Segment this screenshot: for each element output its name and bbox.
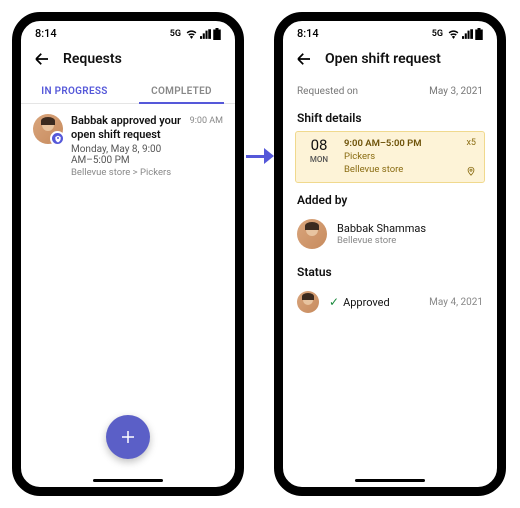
shift-info: 9:00 AM–5:00 PM Pickers Bellevue store [344, 138, 456, 176]
added-by-name: Babbak Shammas [337, 222, 426, 235]
status-value: ✓Approved [329, 295, 390, 309]
request-subtitle: Monday, May 8, 9:00 AM–5:00 PM [71, 144, 182, 166]
network-label: 5G [432, 29, 443, 39]
shift-day-name: MON [304, 155, 334, 164]
status-time: 8:14 [297, 27, 319, 40]
plus-icon [119, 428, 137, 446]
shift-badge-icon [50, 131, 65, 146]
signal-icon [462, 29, 473, 39]
page-title: Open shift request [325, 51, 441, 67]
header: Requests [21, 42, 235, 78]
shift-location: Bellevue store [344, 164, 456, 177]
request-meta: Bellevue store > Pickers [71, 167, 182, 178]
phone-request-detail: 8:14 5G Open shift request Requested on … [274, 12, 506, 496]
status-bar: 8:14 5G [21, 21, 235, 42]
status-time: 8:14 [35, 27, 57, 40]
added-by-heading: Added by [283, 183, 497, 213]
network-label: 5G [170, 29, 181, 39]
tab-in-progress[interactable]: IN PROGRESS [21, 78, 128, 103]
shift-group: Pickers [344, 151, 456, 164]
shift-details-heading: Shift details [283, 101, 497, 131]
shift-card[interactable]: 08 MON 9:00 AM–5:00 PM Pickers Bellevue … [295, 131, 485, 183]
avatar [297, 219, 327, 249]
home-indicator[interactable] [355, 479, 425, 482]
status-icons: 5G [170, 28, 221, 40]
add-button[interactable] [106, 415, 150, 459]
request-item-body: Babbak approved your open shift request … [71, 114, 182, 178]
home-indicator[interactable] [93, 479, 163, 482]
header: Open shift request [283, 42, 497, 78]
request-title: Babbak approved your open shift request [71, 114, 182, 143]
shift-side: x5 [466, 138, 476, 176]
location-pin-icon [466, 166, 476, 176]
phone-requests-list: 8:14 5G Requests IN PROGRESS COMPLETED B… [12, 12, 244, 496]
signal-icon [200, 29, 211, 39]
shift-count: x5 [466, 138, 476, 148]
check-icon: ✓ [329, 295, 339, 309]
wifi-icon [185, 29, 198, 39]
requested-on-date: May 3, 2021 [429, 86, 483, 97]
back-icon[interactable] [33, 50, 51, 68]
status-icons: 5G [432, 28, 483, 40]
avatar [297, 291, 319, 313]
shift-time: 9:00 AM–5:00 PM [344, 138, 456, 151]
status-row: ✓Approved May 4, 2021 [283, 285, 497, 319]
battery-icon [475, 28, 483, 40]
back-icon[interactable] [295, 50, 313, 68]
request-time: 9:00 AM [190, 116, 223, 126]
added-by-row[interactable]: Babbak Shammas Bellevue store [283, 213, 497, 255]
tabs: IN PROGRESS COMPLETED [21, 78, 235, 104]
status-heading: Status [283, 255, 497, 285]
shift-day-number: 08 [304, 138, 334, 153]
wifi-icon [447, 29, 460, 39]
battery-icon [213, 28, 221, 40]
requested-on-row: Requested on May 3, 2021 [283, 78, 497, 101]
shift-date: 08 MON [304, 138, 334, 176]
flow-arrow-icon [246, 148, 274, 164]
added-by-store: Bellevue store [337, 235, 426, 246]
requested-on-label: Requested on [297, 86, 358, 97]
status-bar: 8:14 5G [283, 21, 497, 42]
avatar [33, 114, 63, 144]
page-title: Requests [63, 51, 122, 67]
status-date: May 4, 2021 [429, 297, 483, 308]
request-list-item[interactable]: Babbak approved your open shift request … [21, 104, 235, 188]
tab-completed[interactable]: COMPLETED [128, 78, 235, 103]
